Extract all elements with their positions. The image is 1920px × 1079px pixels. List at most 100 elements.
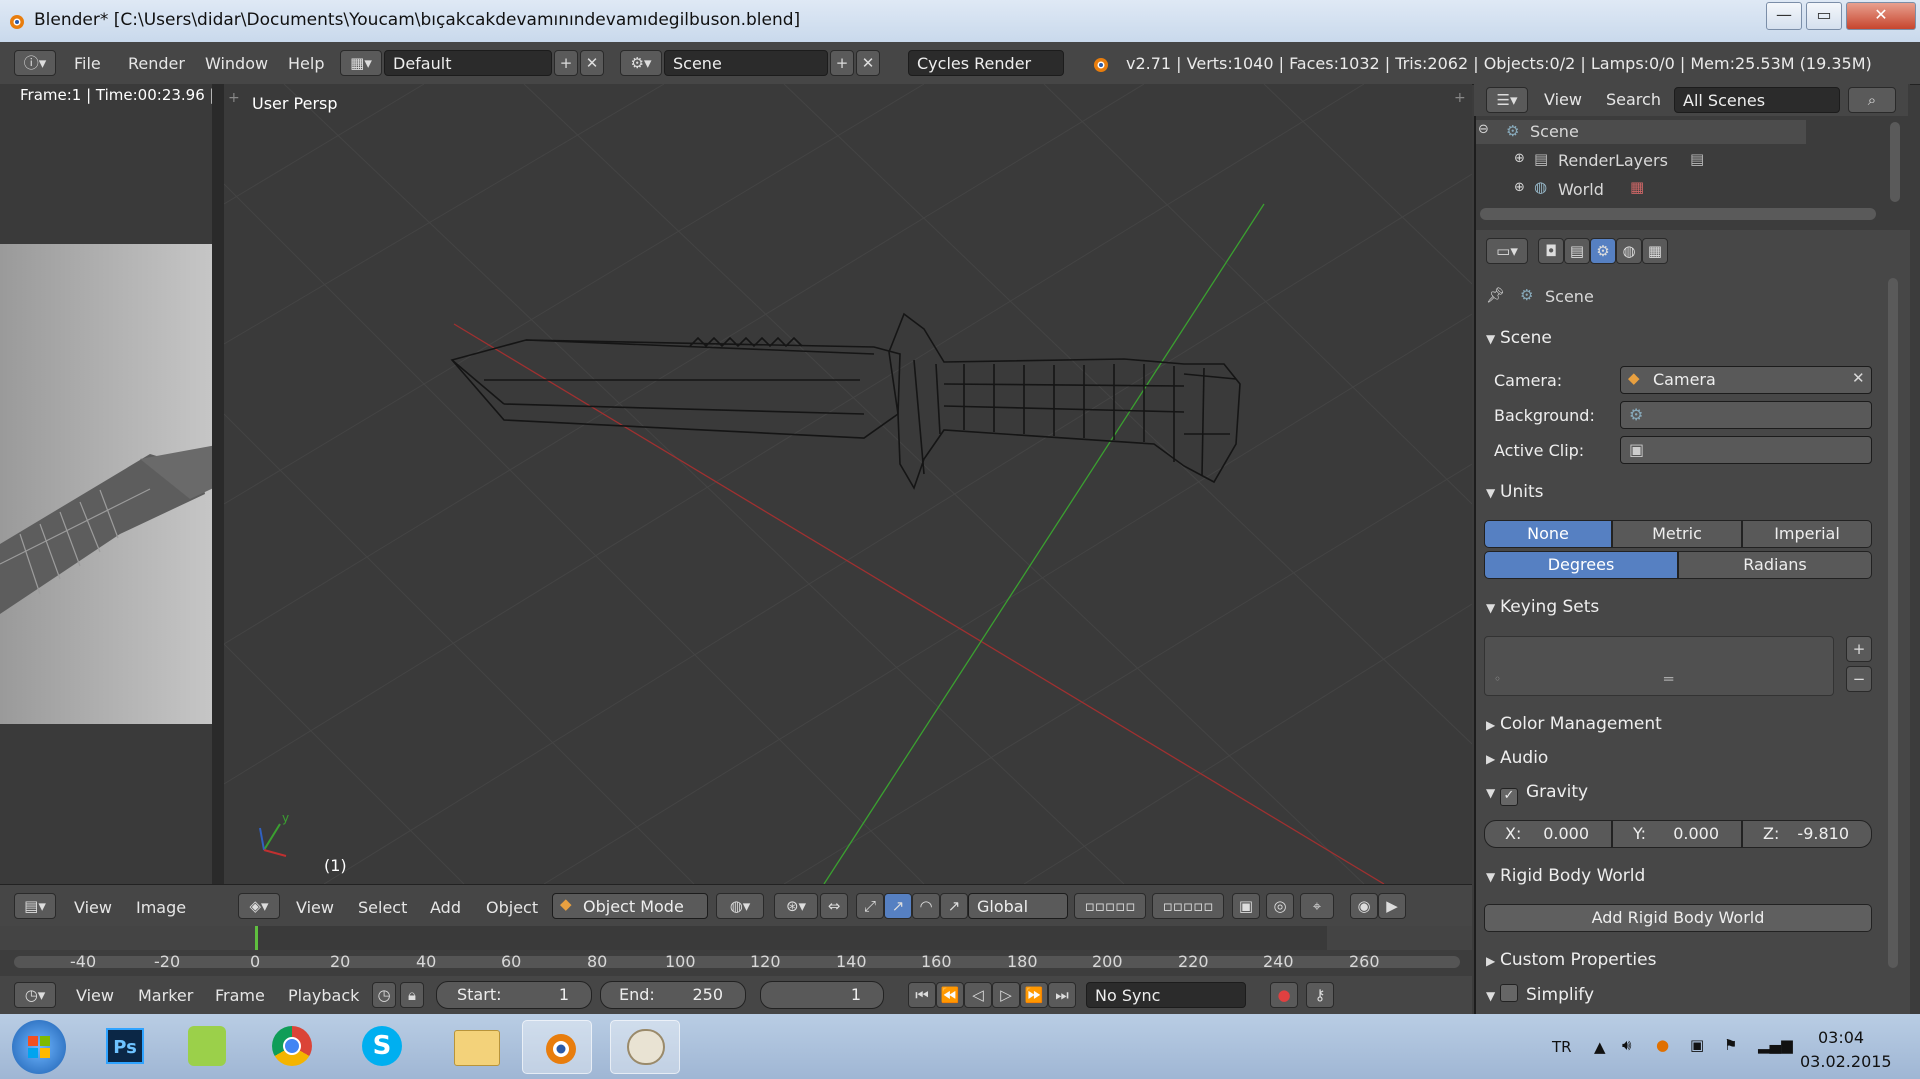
snap-icon[interactable]: ⌖ <box>1300 893 1334 919</box>
action-center-flag-icon[interactable]: ⚑ <box>1724 1036 1737 1054</box>
editor-type-image-icon[interactable]: ▤▾ <box>14 893 56 919</box>
record-icon[interactable]: ● <box>1270 982 1298 1008</box>
remove-layout-icon[interactable]: ✕ <box>580 50 604 76</box>
outliner-menu-view[interactable]: View <box>1544 90 1582 109</box>
minimize-button[interactable]: — <box>1766 2 1802 30</box>
clock-time[interactable]: 03:04 <box>1818 1028 1864 1047</box>
close-button[interactable]: ✕ <box>1846 2 1916 30</box>
taskbar-explorer[interactable] <box>440 1020 510 1074</box>
menu-file[interactable]: File <box>74 54 101 73</box>
taskbar-photoshop[interactable]: Ps <box>90 1020 160 1074</box>
menu-help[interactable]: Help <box>288 54 324 73</box>
remove-scene-icon[interactable]: ✕ <box>856 50 880 76</box>
image-menu-image[interactable]: Image <box>136 898 186 917</box>
list-grip-icon[interactable]: ═ <box>1664 670 1673 688</box>
expand-world-icon[interactable]: ⊕ <box>1514 180 1525 195</box>
panel-units-header[interactable]: ▼ Units <box>1486 482 1543 502</box>
gravity-y-field[interactable]: Y: 0.000 <box>1612 820 1742 848</box>
tray-app-icon[interactable]: ● <box>1656 1036 1669 1054</box>
outliner-item-renderlayers[interactable]: RenderLayers <box>1558 151 1668 170</box>
units-metric-button[interactable]: Metric <box>1612 520 1742 548</box>
panel-simplify-header[interactable]: ▼ Simplify <box>1486 984 1594 1005</box>
current-frame-marker[interactable] <box>255 926 258 950</box>
area-split-right-icon[interactable]: + <box>1454 90 1466 106</box>
editor-type-outliner-icon[interactable]: ☰▾ <box>1486 87 1528 113</box>
area-divider[interactable] <box>212 84 224 884</box>
expand-renderlayers-icon[interactable]: ⊕ <box>1514 151 1525 166</box>
render-animation-icon[interactable]: ▶ <box>1378 893 1406 919</box>
keying-icon[interactable]: ⚷ <box>1306 982 1334 1008</box>
outliner-item-world[interactable]: World <box>1558 180 1604 199</box>
add-rigid-body-world-button[interactable]: Add Rigid Body World <box>1484 904 1872 932</box>
editor-type-properties-icon[interactable]: ▭▾ <box>1486 238 1528 264</box>
simplify-checkbox[interactable] <box>1500 984 1518 1002</box>
taskbar-app-green[interactable] <box>172 1020 242 1074</box>
editor-type-info-icon[interactable]: ⓘ▾ <box>14 50 56 76</box>
rotation-radians-button[interactable]: Radians <box>1678 551 1872 579</box>
editor-type-timeline-icon[interactable]: ◷▾ <box>14 982 56 1008</box>
rotate-manipulator-icon[interactable]: ↗ <box>884 893 912 919</box>
remove-keying-set-icon[interactable]: − <box>1846 666 1872 692</box>
local-view-icon[interactable]: ▣ <box>1232 893 1260 919</box>
viewport-menu-add[interactable]: Add <box>430 898 461 917</box>
gravity-checkbox[interactable]: ✓ <box>1500 788 1518 806</box>
add-layout-icon[interactable]: + <box>554 50 578 76</box>
outliner-vscrollbar[interactable] <box>1890 122 1900 202</box>
timeline-scrollbar[interactable] <box>14 956 1460 968</box>
scene-field[interactable]: Scene <box>664 50 828 76</box>
render-engine-select[interactable]: Cycles Render <box>908 50 1064 76</box>
tab-renderlayers-icon[interactable]: ▤ <box>1564 238 1590 264</box>
viewport-menu-object[interactable]: Object <box>486 898 538 917</box>
properties-scrollbar[interactable] <box>1888 278 1898 968</box>
tab-scene-icon[interactable]: ⚙ <box>1590 238 1616 264</box>
volume-icon[interactable]: 🔊︎ <box>1622 1036 1631 1054</box>
object-mode-select[interactable]: Object Mode <box>552 893 708 919</box>
timeline-menu-playback[interactable]: Playback <box>288 986 359 1005</box>
screen-layout-icon[interactable]: ▦▾ <box>340 50 382 76</box>
lock-range-icon[interactable]: 🔒︎ <box>400 982 424 1008</box>
scene-icon[interactable]: ⚙▾ <box>620 50 662 76</box>
clock-date[interactable]: 03.02.2015 <box>1800 1052 1892 1071</box>
clear-camera-icon[interactable]: ✕ <box>1852 369 1865 387</box>
units-imperial-button[interactable]: Imperial <box>1742 520 1872 548</box>
panel-scene-header[interactable]: ▼ Scene <box>1486 328 1552 348</box>
layers-group-1-icon[interactable]: ▫▫▫▫▫ <box>1074 893 1146 919</box>
panel-audio-header[interactable]: ▶ Audio <box>1486 748 1548 768</box>
panel-color-management-header[interactable]: ▶ Color Management <box>1486 714 1662 734</box>
background-field[interactable]: ⚙ <box>1620 401 1872 429</box>
device-icon[interactable]: ▣ <box>1690 1036 1704 1054</box>
tab-render-icon[interactable]: ◘ <box>1538 238 1564 264</box>
panel-rigid-body-header[interactable]: ▼ Rigid Body World <box>1486 866 1645 886</box>
viewport-scene[interactable]: y <box>224 84 1472 884</box>
screen-layout-field[interactable]: Default <box>384 50 552 76</box>
taskbar-skype[interactable]: S <box>346 1020 416 1074</box>
sync-mode-select[interactable]: No Sync <box>1086 982 1246 1008</box>
viewport-shading-icon[interactable]: ◍▾ <box>716 893 764 919</box>
scale-manipulator-icon[interactable]: ◠ <box>912 893 940 919</box>
taskbar-blender[interactable] <box>522 1020 592 1074</box>
timeline-area[interactable]: -40 -20 0 20 40 60 80 100 120 140 160 18… <box>0 926 1472 976</box>
gravity-x-field[interactable]: X: 0.000 <box>1484 820 1612 848</box>
outliner-item-scene[interactable]: Scene <box>1530 122 1579 141</box>
jump-prev-keyframe-icon[interactable]: ⏪ <box>936 982 964 1008</box>
active-clip-field[interactable]: ▣ <box>1620 436 1872 464</box>
start-button[interactable] <box>12 1020 66 1074</box>
transform-orientation-select[interactable]: Global <box>968 893 1068 919</box>
area-split-left-icon[interactable]: + <box>228 90 240 106</box>
proportional-edit-icon[interactable]: ◎ <box>1266 893 1294 919</box>
jump-start-icon[interactable]: ⏮ <box>908 982 936 1008</box>
keying-sets-list[interactable] <box>1484 636 1834 696</box>
taskbar-chrome[interactable] <box>256 1020 326 1074</box>
maximize-button[interactable]: ▭ <box>1806 2 1842 30</box>
render-image-icon[interactable]: ◉ <box>1350 893 1378 919</box>
layers-group-2-icon[interactable]: ▫▫▫▫▫ <box>1152 893 1224 919</box>
start-frame-field[interactable]: Start: 1 <box>436 981 592 1009</box>
timeline-menu-marker[interactable]: Marker <box>138 986 193 1005</box>
outliner-search-icon[interactable]: ⌕ <box>1848 87 1896 113</box>
current-frame-field[interactable]: 1 <box>760 981 884 1009</box>
viewport-menu-view[interactable]: View <box>296 898 334 917</box>
viewport-menu-select[interactable]: Select <box>358 898 407 917</box>
outliner-menu-search[interactable]: Search <box>1606 90 1661 109</box>
list-resize-dot-icon[interactable]: ◦ <box>1494 672 1501 686</box>
panel-keying-sets-header[interactable]: ▼ Keying Sets <box>1486 597 1599 617</box>
